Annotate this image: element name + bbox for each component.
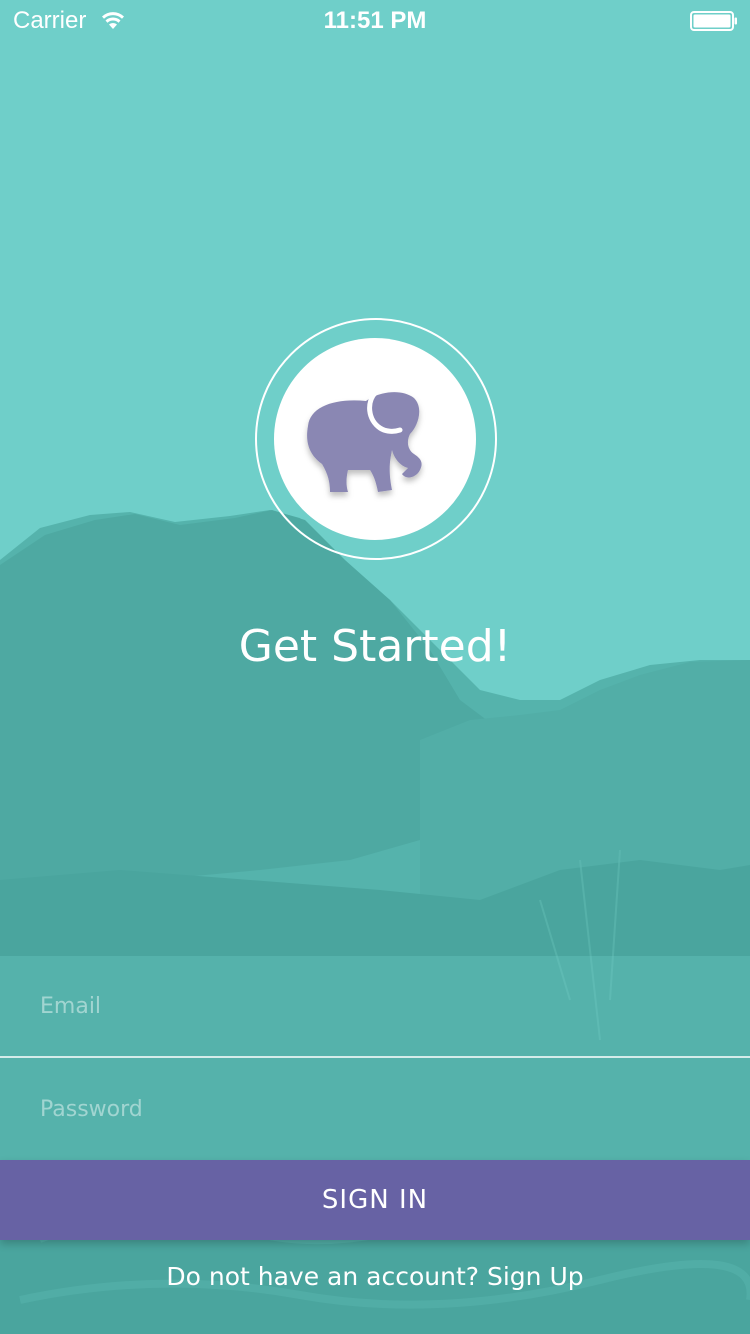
email-input[interactable]	[40, 956, 720, 1056]
password-field-row	[0, 1058, 750, 1160]
clock: 11:51 PM	[323, 7, 427, 34]
page-title: Get Started!	[238, 621, 512, 672]
password-input[interactable]	[40, 1058, 720, 1160]
sign-up-link[interactable]: Do not have an account? Sign Up	[0, 1262, 750, 1291]
elephant-icon	[307, 389, 422, 492]
email-field-row	[0, 956, 750, 1058]
login-form	[0, 956, 750, 1160]
status-bar: Carrier 11:51 PM	[0, 0, 750, 40]
login-screen: Carrier 11:51 PM Get Started! Email SIGN…	[0, 0, 750, 1334]
battery-icon	[690, 11, 737, 31]
sign-in-button[interactable]: SIGN IN	[0, 1160, 750, 1240]
